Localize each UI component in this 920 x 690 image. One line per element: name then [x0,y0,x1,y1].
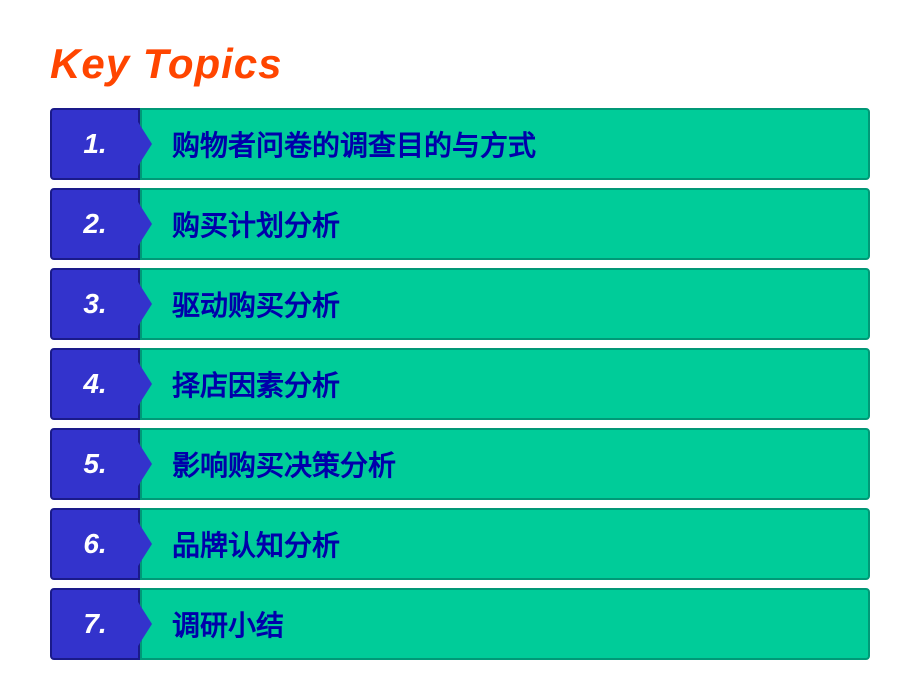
topic-number-2: 2. [50,188,140,260]
topic-row: 4. 择店因素分析 [50,348,870,420]
topic-row: 2. 购买计划分析 [50,188,870,260]
topic-text-4: 择店因素分析 [172,364,340,404]
topic-row: 5. 影响购买决策分析 [50,428,870,500]
topic-text-2: 购买计划分析 [172,204,340,244]
topic-row: 6. 品牌认知分析 [50,508,870,580]
topic-number-1: 1. [50,108,140,180]
page-title: Key Topics [50,40,870,88]
topic-content-7: 调研小结 [140,588,870,660]
topic-text-3: 驱动购买分析 [172,284,340,324]
topic-text-6: 品牌认知分析 [172,524,340,564]
topics-list: 1. 购物者问卷的调查目的与方式 2. 购买计划分析 3. 驱动购买分析 4. 择店因素分析 5… [50,108,870,660]
topic-number-5: 5. [50,428,140,500]
topic-content-6: 品牌认知分析 [140,508,870,580]
topic-number-7: 7. [50,588,140,660]
topic-number-6: 6. [50,508,140,580]
topic-content-3: 驱动购买分析 [140,268,870,340]
topic-number-3: 3. [50,268,140,340]
topic-content-1: 购物者问卷的调查目的与方式 [140,108,870,180]
topic-content-4: 择店因素分析 [140,348,870,420]
topic-text-1: 购物者问卷的调查目的与方式 [172,124,536,164]
topic-content-2: 购买计划分析 [140,188,870,260]
topic-row: 1. 购物者问卷的调查目的与方式 [50,108,870,180]
topic-text-5: 影响购买决策分析 [172,444,396,484]
topic-text-7: 调研小结 [172,604,284,644]
topic-number-4: 4. [50,348,140,420]
topic-row: 7. 调研小结 [50,588,870,660]
page: Key Topics 1. 购物者问卷的调查目的与方式 2. 购买计划分析 3. 驱动购买… [0,0,920,690]
topic-row: 3. 驱动购买分析 [50,268,870,340]
topic-content-5: 影响购买决策分析 [140,428,870,500]
